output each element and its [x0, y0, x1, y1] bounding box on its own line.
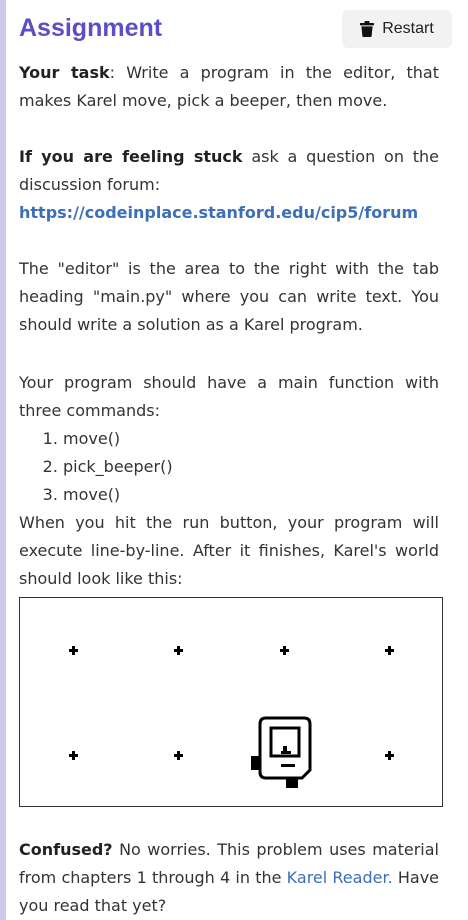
command-list: move() pick_beeper() move()	[19, 425, 439, 509]
editor-paragraph: The "editor" is the area to the right wi…	[19, 259, 439, 334]
page-title: Assignment	[19, 14, 163, 42]
corner-marker	[174, 751, 183, 760]
run-note: When you hit the run button, your progra…	[19, 513, 439, 588]
task-label: Your task	[19, 63, 110, 82]
karel-robot-icon	[251, 716, 312, 788]
confused-label: Confused?	[19, 840, 113, 859]
corner-marker	[69, 646, 78, 655]
corner-marker	[385, 751, 394, 760]
corner-marker	[174, 646, 183, 655]
task-paragraph: Your task: Write a program in the editor…	[19, 59, 439, 115]
stuck-label: If you are feeling stuck	[19, 147, 243, 166]
stuck-paragraph: If you are feeling stuck ask a question …	[19, 143, 439, 227]
corner-marker	[69, 751, 78, 760]
restart-button[interactable]: Restart	[342, 10, 452, 48]
corner-marker	[280, 646, 289, 655]
confused-paragraph: Confused? No worries. This problem uses …	[19, 836, 439, 920]
list-item: move()	[63, 481, 439, 509]
list-item: move()	[63, 425, 439, 453]
trash-icon	[360, 21, 375, 37]
program-intro: Your program should have a main function…	[19, 373, 439, 420]
program-section: Your program should have a main function…	[19, 369, 439, 593]
restart-label: Restart	[382, 20, 434, 37]
karel-reader-link[interactable]: Karel Reader.	[287, 868, 393, 887]
list-item: pick_beeper()	[63, 453, 439, 481]
karel-world	[19, 597, 443, 807]
forum-link[interactable]: https://codeinplace.stanford.edu/cip5/fo…	[19, 203, 418, 222]
corner-marker	[385, 646, 394, 655]
left-accent-bar	[0, 0, 6, 920]
